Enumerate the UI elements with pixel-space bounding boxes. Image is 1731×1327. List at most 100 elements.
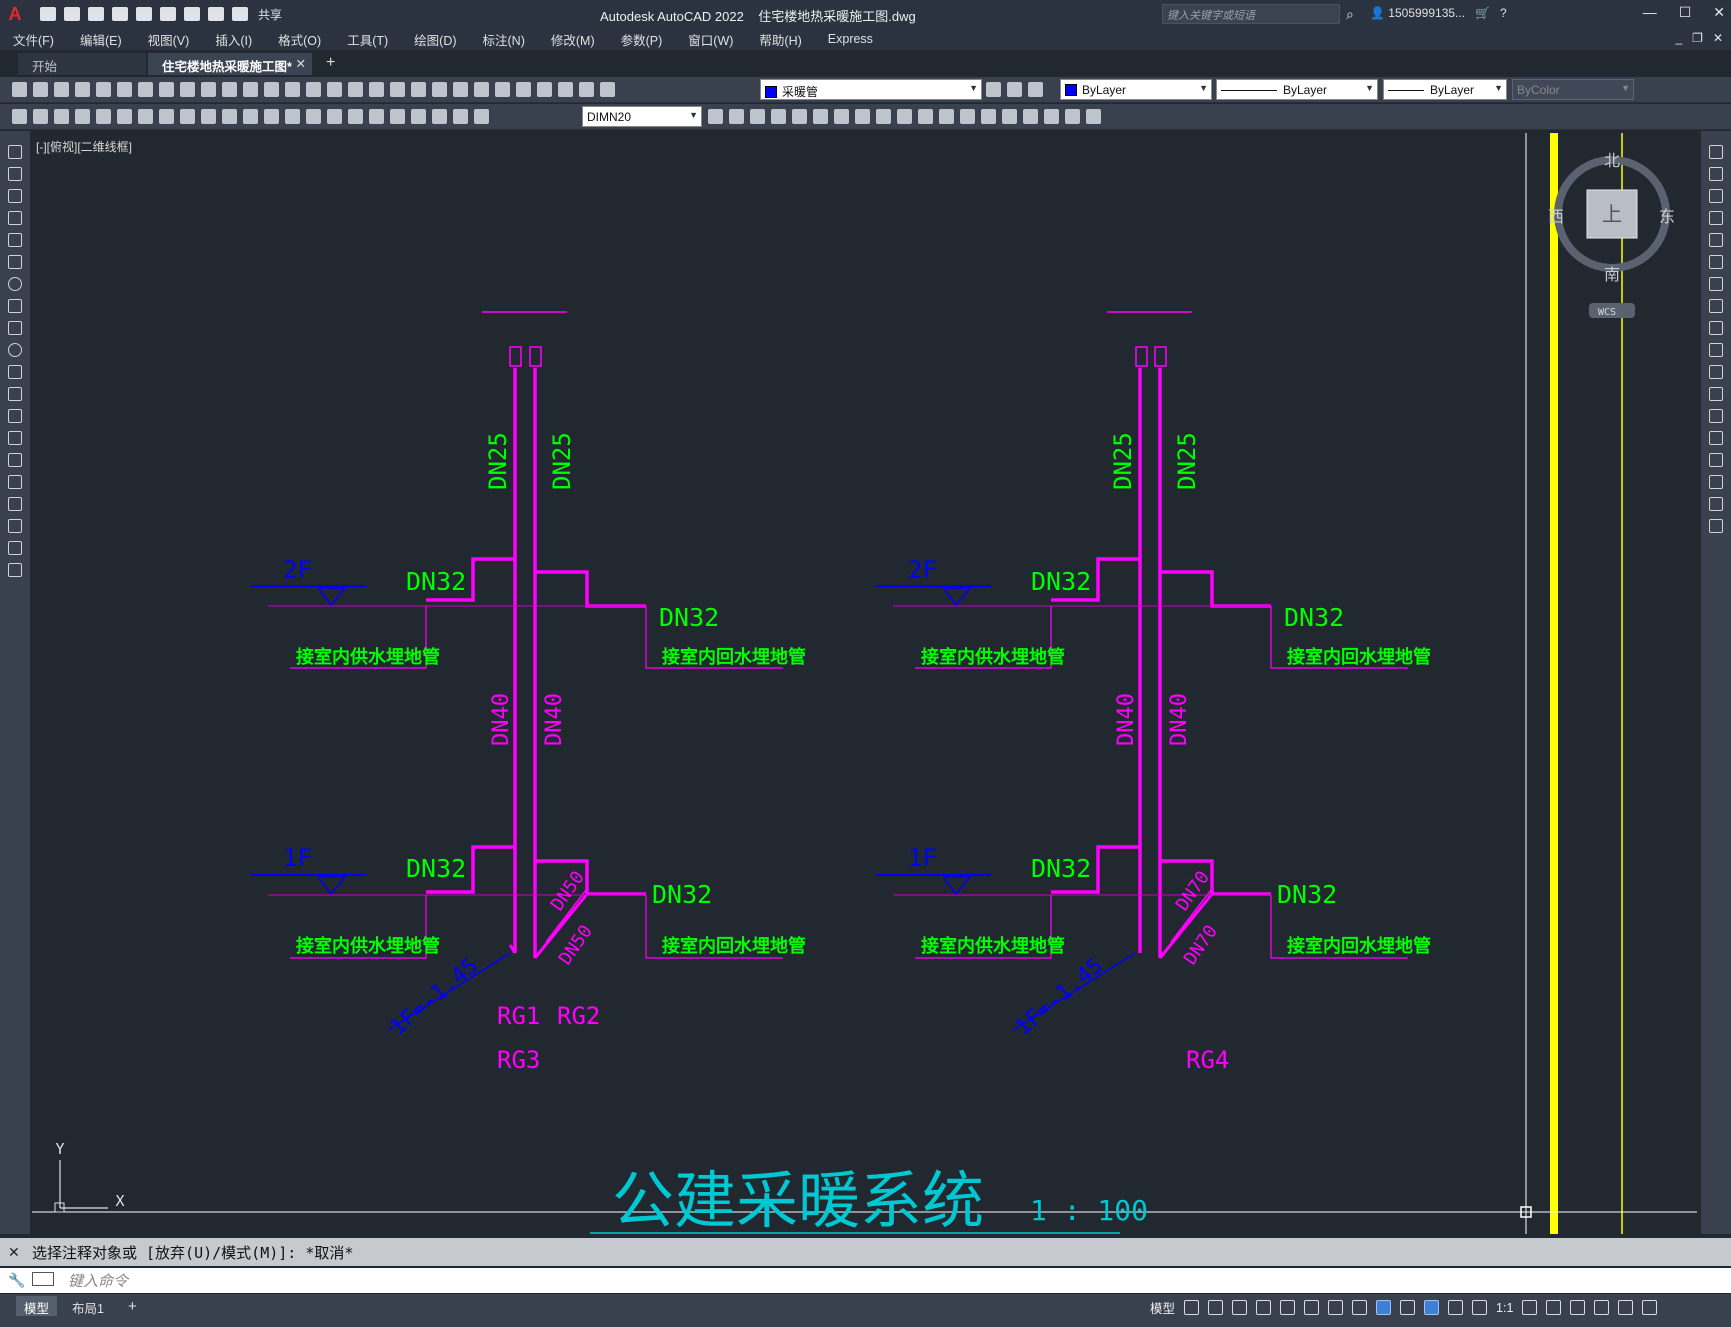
3d-icon-8[interactable]	[876, 109, 891, 124]
center-mark-icon[interactable]	[369, 109, 384, 124]
3d-icon-5[interactable]	[813, 109, 828, 124]
tab-drawing[interactable]: 住宅楼地热采暖施工图* ✕	[148, 53, 312, 75]
doc-close-icon[interactable]: ✕	[1713, 31, 1723, 45]
new-file-icon[interactable]	[40, 7, 56, 21]
3d-icon-18[interactable]	[1086, 109, 1101, 124]
menu-view[interactable]: 视图(V)	[135, 30, 203, 49]
linetype-dropdown[interactable]: ByLayer ▼	[1216, 79, 1378, 100]
sheet-set-icon[interactable]	[453, 82, 468, 97]
dim-break-icon[interactable]	[327, 109, 342, 124]
3d-icon-14[interactable]	[1002, 109, 1017, 124]
break-point-icon[interactable]	[1709, 387, 1723, 401]
rotate-icon[interactable]	[1709, 277, 1723, 291]
dimstyle-dropdown[interactable]: DIMN20 ▼	[582, 106, 702, 127]
3d-print-icon[interactable]	[138, 82, 153, 97]
3d-icon-13[interactable]	[981, 109, 996, 124]
3d-icon-15[interactable]	[1023, 109, 1038, 124]
open-file-icon[interactable]	[64, 7, 80, 21]
grid-icon[interactable]	[1184, 1300, 1200, 1315]
dim-style-icon[interactable]	[708, 109, 723, 124]
extend-icon[interactable]	[1709, 365, 1723, 379]
make-current-icon[interactable]	[986, 82, 1001, 97]
share-button[interactable]: 共享	[258, 6, 282, 23]
cart-icon[interactable]: 🛒	[1475, 6, 1490, 20]
3d-icon-3[interactable]	[771, 109, 786, 124]
new-icon[interactable]	[12, 82, 27, 97]
diameter-dim-icon[interactable]	[201, 109, 216, 124]
ellipse-icon[interactable]	[8, 343, 22, 357]
menu-tools[interactable]: 工具(T)	[334, 30, 401, 49]
workspace-gear-icon[interactable]	[1522, 1300, 1538, 1315]
explode-icon[interactable]	[1709, 519, 1723, 533]
minimize-icon[interactable]: —	[1643, 4, 1657, 21]
viewcube[interactable]: 上 北 南 东 西 WCS	[1548, 151, 1675, 318]
polar-icon[interactable]	[1304, 1300, 1320, 1315]
calculator-icon[interactable]	[495, 82, 510, 97]
search-input[interactable]: 键入关键字或短语	[1162, 4, 1340, 24]
fullscreen-icon[interactable]	[1618, 1300, 1634, 1315]
zoom-window-icon[interactable]	[348, 82, 363, 97]
rectangle-icon[interactable]	[8, 233, 22, 247]
dynamic-input-icon[interactable]	[1256, 1300, 1272, 1315]
object-snap-icon[interactable]	[1376, 1300, 1392, 1315]
construction-line-icon[interactable]	[8, 167, 22, 181]
ortho-icon[interactable]	[1280, 1300, 1296, 1315]
multiline-text-icon[interactable]	[8, 541, 22, 555]
stretch-icon[interactable]	[1709, 321, 1723, 335]
copy-object-icon[interactable]	[1709, 167, 1723, 181]
aligned-dim-icon[interactable]	[96, 109, 111, 124]
layer-freeze-icon[interactable]	[579, 82, 594, 97]
revision-cloud-icon[interactable]	[8, 299, 22, 313]
spline-icon[interactable]	[8, 321, 22, 335]
zoom-realtime-icon[interactable]	[327, 82, 342, 97]
layer-previous-icon[interactable]	[1007, 82, 1022, 97]
design-center-icon[interactable]	[411, 82, 426, 97]
save-icon[interactable]	[88, 7, 104, 21]
tab-layout1[interactable]: 布局1	[64, 1296, 112, 1316]
jogged-dim-icon[interactable]	[180, 109, 195, 124]
move-icon[interactable]	[1709, 255, 1723, 269]
layer-on-icon[interactable]	[558, 82, 573, 97]
3d-icon-9[interactable]	[897, 109, 912, 124]
layer-lock-icon[interactable]	[600, 82, 615, 97]
offset-icon[interactable]	[1709, 211, 1723, 225]
break-icon[interactable]	[1709, 409, 1723, 423]
undo-icon[interactable]	[264, 82, 279, 97]
cut-icon[interactable]	[159, 82, 174, 97]
annotation-monitor-icon[interactable]	[1546, 1300, 1562, 1315]
mirror-icon[interactable]	[1709, 189, 1723, 203]
ordinate-dim-icon[interactable]	[138, 109, 153, 124]
tool-palettes-icon[interactable]	[432, 82, 447, 97]
tab-start[interactable]: 开始	[18, 53, 146, 75]
dim-edit-icon[interactable]	[432, 109, 447, 124]
arc-icon[interactable]	[8, 255, 22, 269]
polyline-icon[interactable]	[8, 189, 22, 203]
quick-properties-icon[interactable]	[1594, 1300, 1610, 1315]
dim-icon-2[interactable]	[33, 109, 48, 124]
line-icon[interactable]	[8, 145, 22, 159]
drawing-area[interactable]: 上 北 南 东 西 WCS DN25 DN25 DN40 DN40 DN32 D…	[32, 131, 1699, 1237]
add-layout-icon[interactable]: +	[120, 1296, 145, 1316]
help-icon[interactable]	[516, 82, 531, 97]
maximize-icon[interactable]: ☐	[1679, 4, 1692, 21]
tolerance-icon[interactable]	[348, 109, 363, 124]
layer-dropdown[interactable]: 采暖管 ▼	[760, 79, 982, 100]
publish-icon[interactable]	[117, 82, 132, 97]
help-icon[interactable]: ?	[1500, 6, 1507, 20]
erase-icon[interactable]	[1709, 145, 1723, 159]
layer-properties-icon[interactable]	[537, 82, 552, 97]
pan-icon[interactable]	[306, 82, 321, 97]
array-icon[interactable]	[1709, 233, 1723, 247]
isodraft-icon[interactable]	[1328, 1300, 1344, 1315]
undo-icon[interactable]	[208, 7, 224, 21]
doc-minimize-icon[interactable]: _	[1675, 31, 1682, 45]
dim-update-icon[interactable]	[474, 109, 489, 124]
3d-icon-1[interactable]	[729, 109, 744, 124]
region-icon[interactable]	[8, 497, 22, 511]
autocad-logo-icon[interactable]: A	[0, 0, 30, 28]
snap-icon[interactable]	[1208, 1300, 1224, 1315]
drawing-canvas[interactable]: 上 北 南 东 西 WCS DN25 DN25 DN40 DN40 DN32 D…	[32, 131, 1699, 1237]
menu-insert[interactable]: 插入(I)	[202, 30, 265, 49]
radius-dim-icon[interactable]	[159, 109, 174, 124]
open-web-icon[interactable]	[136, 7, 152, 21]
